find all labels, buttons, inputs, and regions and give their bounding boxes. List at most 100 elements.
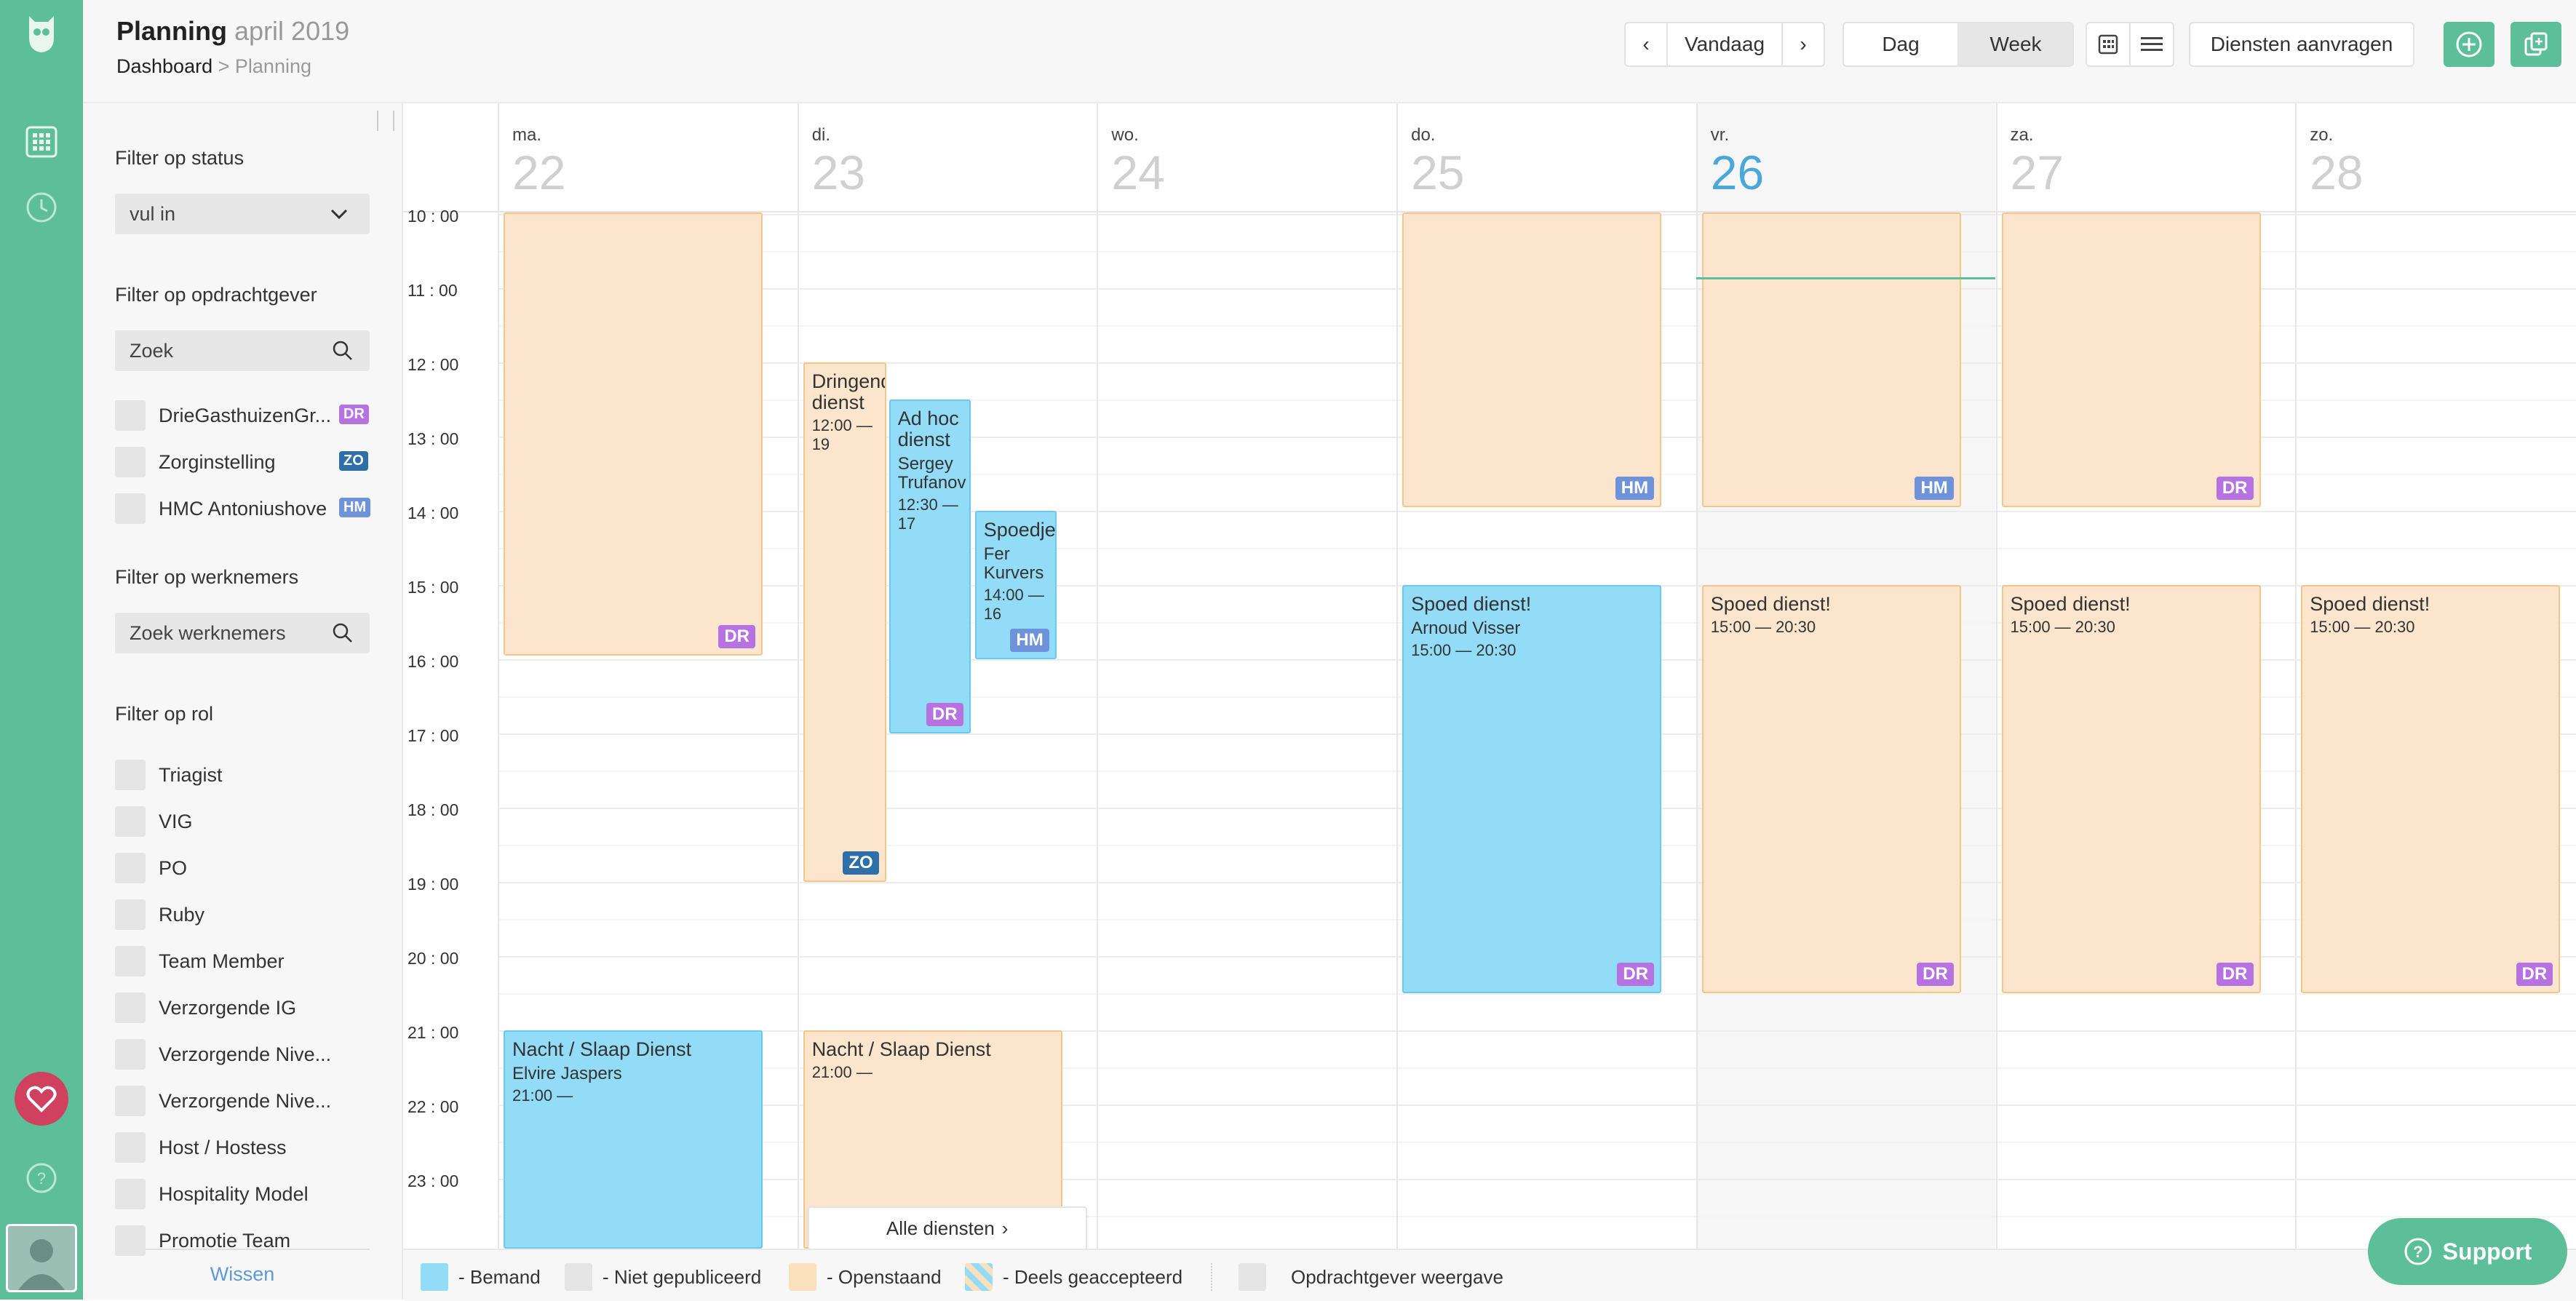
role-checkbox[interactable] xyxy=(115,946,146,976)
client-search-input[interactable]: Zoek xyxy=(115,330,370,371)
shift-time: 15:00 — 20:30 xyxy=(1710,618,1816,636)
resize-handle[interactable] xyxy=(377,111,394,131)
client-badge: HM xyxy=(1615,476,1655,500)
role-checkbox[interactable] xyxy=(115,760,146,790)
shift-event[interactable]: Spoed dienst! 15:00 — 20:30 DR xyxy=(2001,585,2261,993)
today-button[interactable]: Vandaag xyxy=(1666,22,1783,67)
prev-button[interactable]: ‹ xyxy=(1624,22,1668,67)
day-divider xyxy=(1995,103,1997,1249)
day-of-week: zo. xyxy=(2310,125,2334,145)
owl-logo-icon[interactable] xyxy=(0,12,83,59)
shift-event[interactable]: Dringend dienst 12:00 — 19 ZO xyxy=(803,362,886,882)
client-badge: DR xyxy=(1917,963,1954,986)
clock-icon[interactable] xyxy=(0,191,83,228)
day-number: 23 xyxy=(811,146,866,199)
chevron-left-icon: ‹ xyxy=(1642,33,1650,55)
shift-title: Spoedje xyxy=(983,519,1056,541)
clear-filters-link[interactable]: Wissen xyxy=(115,1263,370,1286)
day-number: 27 xyxy=(2010,146,2064,199)
shift-event[interactable]: Spoed dienst! 15:00 — 20:30 DR xyxy=(1701,585,1961,993)
half-hour-line xyxy=(498,993,2576,995)
shift-time: 21:00 — xyxy=(811,1063,872,1081)
shift-event[interactable]: DR xyxy=(504,212,763,656)
shift-title: Spoed dienst! xyxy=(2010,593,2131,615)
role-checkbox[interactable] xyxy=(115,1225,146,1256)
role-checkbox[interactable] xyxy=(115,806,146,837)
role-checkbox[interactable] xyxy=(115,853,146,883)
day-of-week: vr. xyxy=(1710,125,1730,145)
app-rail: ? xyxy=(0,0,83,1300)
shift-event[interactable]: HM xyxy=(1402,212,1662,507)
legend-swatch[interactable] xyxy=(1239,1263,1266,1291)
legend-bar: - Bemand - Niet gepubliceerd - Openstaand -… xyxy=(403,1249,2576,1301)
shift-event[interactable]: Ad hoc dienst Sergey Trufanov 12:30 — 17 DR xyxy=(889,399,971,733)
week-view-button[interactable]: Week xyxy=(1957,22,2074,67)
shift-event[interactable]: Spoedje Fer Kurvers 14:00 — 16 HM xyxy=(974,511,1057,659)
shift-event[interactable]: Spoed dienst! 15:00 — 20:30 DR xyxy=(2301,585,2561,993)
day-header[interactable]: ma. 22 xyxy=(512,103,790,212)
shift-time: 15:00 — 20:30 xyxy=(1411,641,1516,659)
add-shift-button[interactable] xyxy=(2444,22,2494,67)
hour-label: 20 : 00 xyxy=(408,949,459,968)
role-checkbox[interactable] xyxy=(115,899,146,930)
client-badge: DR xyxy=(2216,963,2254,986)
all-shifts-button[interactable]: Alle diensten › xyxy=(807,1206,1087,1249)
role-checkbox[interactable] xyxy=(115,1179,146,1209)
next-button[interactable]: › xyxy=(1781,22,1825,67)
help-icon[interactable]: ? xyxy=(0,1161,83,1198)
hour-label: 17 : 00 xyxy=(408,726,459,745)
role-checkbox[interactable] xyxy=(115,992,146,1023)
day-view-button[interactable]: Dag xyxy=(1842,22,1959,67)
hour-label: 19 : 00 xyxy=(408,875,459,894)
worker-search-input[interactable]: Zoek werknemers xyxy=(115,613,370,653)
day-header[interactable]: di. 23 xyxy=(812,103,1090,212)
status-select[interactable]: vul in xyxy=(115,194,370,234)
shift-event[interactable]: Spoed dienst! Arnoud Visser 15:00 — 20:30 D… xyxy=(1402,585,1662,993)
day-of-week: do. xyxy=(1411,125,1436,145)
day-divider xyxy=(797,103,799,1249)
client-checkbox-zo[interactable] xyxy=(115,447,146,477)
shift-time: 12:00 — 19 xyxy=(811,416,872,453)
client-badge-zo: ZO xyxy=(339,451,368,471)
status-filter-label: Filter op status xyxy=(115,147,245,169)
shift-person: Elvire Jaspers xyxy=(512,1064,622,1083)
client-checkbox-dr[interactable] xyxy=(115,400,146,431)
heart-icon[interactable] xyxy=(0,1071,83,1130)
list-view-icon[interactable] xyxy=(2129,22,2174,67)
client-badge: DR xyxy=(1617,963,1655,986)
shift-title: Dringend dienst xyxy=(811,370,886,413)
role-label: Host / Hostess xyxy=(159,1137,287,1158)
legend-label: - Deels geaccepteerd xyxy=(1003,1266,1183,1288)
support-button[interactable]: ? Support xyxy=(2368,1218,2567,1285)
copy-icon xyxy=(2524,32,2548,56)
client-checkbox-hm[interactable] xyxy=(115,493,146,524)
calendar-grid-icon[interactable] xyxy=(0,125,83,162)
copy-shifts-button[interactable] xyxy=(2511,22,2561,67)
request-shifts-button[interactable]: Diensten aanvragen xyxy=(2189,22,2414,67)
day-header[interactable]: do. 25 xyxy=(1411,103,1689,212)
calendar-view-icon[interactable] xyxy=(2086,22,2131,67)
day-header[interactable]: za. 27 xyxy=(2011,103,2289,212)
shift-event[interactable]: DR xyxy=(2001,212,2261,507)
hour-label: 11 : 00 xyxy=(408,281,458,300)
shift-event[interactable]: HM xyxy=(1701,212,1961,507)
day-header[interactable]: vr. 26 xyxy=(1711,103,1989,212)
shift-title: Nacht / Slaap Dienst xyxy=(811,1038,991,1060)
day-header[interactable]: wo. 24 xyxy=(1111,103,1389,212)
day-header[interactable]: zo. 28 xyxy=(2310,103,2576,212)
role-checkbox[interactable] xyxy=(115,1132,146,1163)
top-header: Planning april 2019 Dashboard > Planning… xyxy=(83,0,2576,103)
role-checkbox[interactable] xyxy=(115,1086,146,1116)
chevron-right-icon: › xyxy=(1001,1217,1009,1239)
avatar[interactable] xyxy=(6,1224,77,1292)
role-checkbox[interactable] xyxy=(115,1039,146,1070)
breadcrumb-dashboard[interactable]: Dashboard xyxy=(116,55,212,77)
filter-sidebar: Filter op status vul in Filter op opdrac… xyxy=(83,103,403,1300)
hour-label: 22 : 00 xyxy=(408,1097,459,1116)
day-number: 25 xyxy=(1411,146,1465,199)
shift-time: 14:00 — 16 xyxy=(983,586,1044,623)
day-divider xyxy=(2295,103,2297,1249)
client-label-dr: DrieGasthuizenGr... xyxy=(159,405,332,426)
shift-time: 12:30 — 17 xyxy=(897,496,958,533)
shift-event[interactable]: Nacht / Slaap Dienst Elvire Jaspers 21:00 … xyxy=(504,1030,763,1249)
